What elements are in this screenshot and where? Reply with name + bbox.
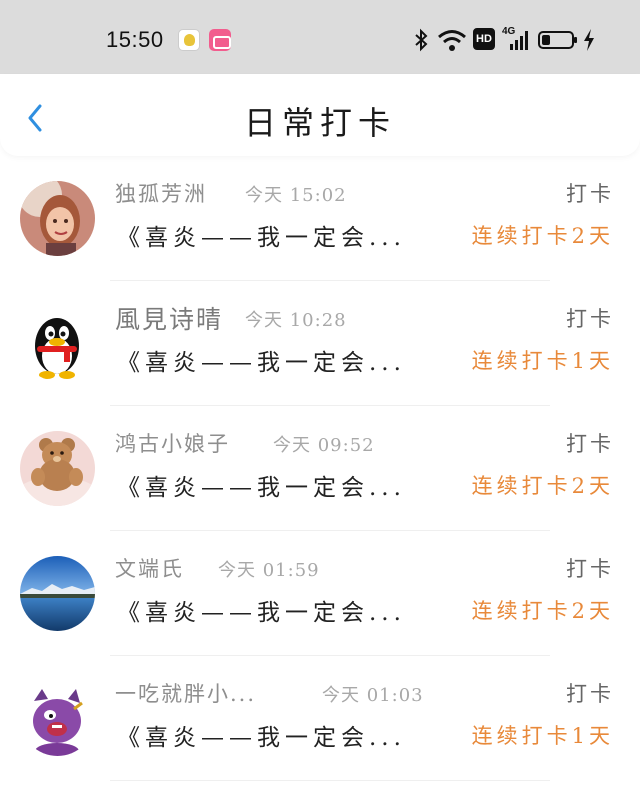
checkin-action-label: 打卡 <box>566 432 614 456</box>
streak-badge: 连续打卡2天 <box>471 224 614 248</box>
checkin-action-label: 打卡 <box>566 682 614 706</box>
checkin-content: 《喜炎——我一定会... <box>117 600 406 626</box>
lake-mountain-avatar <box>20 556 95 631</box>
signal-4g-icon: 4G <box>502 26 528 52</box>
checkin-row[interactable]: 文端氏 今天 01:59 打卡 《喜炎——我一定会... 连续打卡2天 <box>0 531 640 656</box>
battery-icon <box>538 31 577 49</box>
streak-badge: 连续打卡1天 <box>471 724 614 748</box>
avatar[interactable] <box>20 556 95 631</box>
page-title: 日常打卡 <box>243 104 396 142</box>
hd-icon: HD <box>473 28 495 50</box>
bilibili-icon <box>209 29 231 51</box>
checkin-content: 《喜炎——我一定会... <box>117 725 406 751</box>
user-name: 風見诗晴 <box>115 305 224 334</box>
streak-badge: 连续打卡1天 <box>471 349 614 373</box>
status-bar: 15:50 HD 4G <box>0 0 640 74</box>
checkin-content: 《喜炎——我一定会... <box>117 350 406 376</box>
user-name: 文端氏 <box>115 557 184 581</box>
avatar[interactable] <box>20 306 95 381</box>
teddy-bear-avatar <box>20 431 95 506</box>
nav-header: 日常打卡 <box>0 74 640 156</box>
user-name: 一吃就胖小... <box>115 682 257 706</box>
checkin-row[interactable]: 風見诗晴 今天 10:28 打卡 《喜炎——我一定会... 连续打卡1天 <box>0 281 640 406</box>
checkin-action-label: 打卡 <box>566 307 614 331</box>
checkin-row[interactable]: 一吃就胖小... 今天 01:03 打卡 《喜炎——我一定会... 连续打卡1天 <box>0 656 640 781</box>
cartoon-character-avatar <box>20 681 95 756</box>
bluetooth-icon <box>415 28 428 52</box>
checkin-content: 《喜炎——我一定会... <box>117 475 406 501</box>
status-time: 15:50 <box>106 27 164 52</box>
avatar[interactable] <box>20 431 95 506</box>
checkin-time: 今天 09:52 <box>273 435 375 456</box>
checkin-row[interactable]: 独孤芳洲 今天 15:02 打卡 《喜炎——我一定会... 连续打卡2天 <box>0 156 640 281</box>
checkin-content: 《喜炎——我一定会... <box>117 225 406 251</box>
streak-badge: 连续打卡2天 <box>471 474 614 498</box>
checkin-action-label: 打卡 <box>566 182 614 206</box>
checkin-row[interactable]: 鸿古小娘子 今天 09:52 打卡 《喜炎——我一定会... 连续打卡2天 <box>0 406 640 531</box>
checkin-time: 今天 10:28 <box>245 310 347 331</box>
avatar[interactable] <box>20 681 95 756</box>
girl-photo-avatar <box>20 181 95 256</box>
checkin-time: 今天 15:02 <box>245 185 347 206</box>
qq-penguin-avatar <box>20 306 95 381</box>
wifi-icon <box>438 30 466 51</box>
streak-badge: 连续打卡2天 <box>471 599 614 623</box>
checkin-action-label: 打卡 <box>566 557 614 581</box>
user-name: 独孤芳洲 <box>115 182 207 206</box>
checkin-time: 今天 01:03 <box>322 685 424 706</box>
avatar[interactable] <box>20 181 95 256</box>
app-notification-icon <box>178 29 200 51</box>
user-name: 鸿古小娘子 <box>115 432 230 456</box>
checkin-time: 今天 01:59 <box>218 560 320 581</box>
checkin-list: 独孤芳洲 今天 15:02 打卡 《喜炎——我一定会... 连续打卡2天 風見诗… <box>0 156 640 781</box>
charging-icon <box>584 29 594 51</box>
